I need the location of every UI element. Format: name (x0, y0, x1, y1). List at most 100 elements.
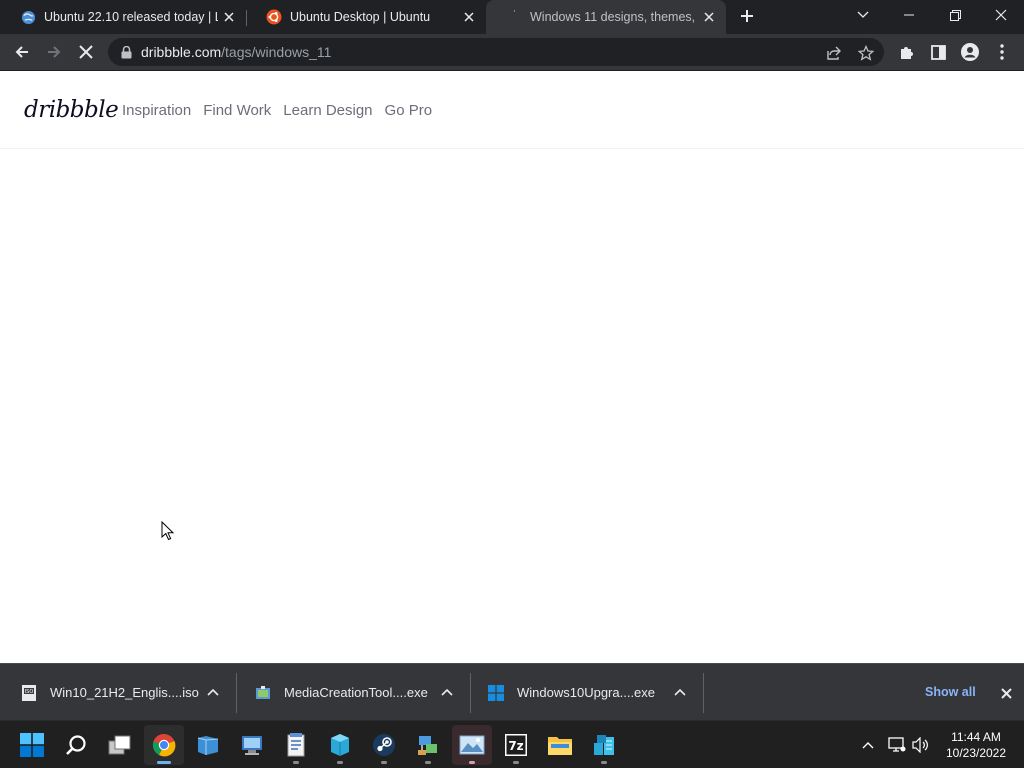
chevron-up-icon[interactable] (440, 685, 454, 699)
minimize-icon (904, 14, 914, 16)
download-item-iso[interactable]: ISO Win10_21H2_Englis....iso (20, 664, 230, 721)
file-explorer-icon (548, 737, 572, 755)
taskbar-app-file[interactable] (188, 725, 228, 765)
address-bar[interactable]: dribbble.com/tags/windows_11 (108, 38, 884, 66)
minimize-button[interactable] (886, 0, 932, 30)
system-clock[interactable]: 11:44 AM 10/23/2022 (936, 729, 1016, 761)
taskbar-notepad[interactable] (276, 725, 316, 765)
back-button[interactable] (8, 38, 36, 66)
taskbar-steam[interactable] (364, 725, 404, 765)
speaker-icon (912, 737, 928, 753)
main-nav: Inspiration Find Work Learn Design Go Pr… (122, 102, 444, 119)
running-indicator (425, 761, 431, 764)
close-tab-icon[interactable] (698, 6, 720, 28)
close-icon (995, 9, 1007, 21)
chevron-up-icon[interactable] (673, 685, 687, 699)
tab-title: Ubuntu Desktop | Ubuntu (290, 10, 431, 24)
stop-icon (79, 45, 93, 59)
forward-button[interactable] (40, 38, 68, 66)
kebab-menu-icon (1000, 44, 1004, 60)
chevron-down-icon (857, 11, 869, 18)
start-icon (20, 733, 44, 757)
search-button[interactable] (56, 725, 96, 765)
tab-title: Windows 11 designs, themes, ter (530, 10, 698, 24)
downloads-bar: ISO Win10_21H2_Englis....iso MediaCreati… (0, 663, 1024, 720)
running-indicator (293, 761, 299, 764)
close-window-button[interactable] (978, 0, 1024, 30)
taskbar-network-app[interactable] (408, 725, 448, 765)
taskbar-file-explorer[interactable] (540, 725, 580, 765)
volume-button[interactable] (910, 721, 932, 768)
restore-icon (949, 9, 961, 21)
extensions-button[interactable] (892, 38, 920, 66)
taskbar-photos[interactable] (452, 725, 492, 765)
download-item-mediacreationtool[interactable]: MediaCreationTool....exe (254, 664, 464, 721)
network-status-button[interactable] (886, 721, 908, 768)
windows-taskbar: 7z 11:44 AM 10/23/2022 (0, 720, 1024, 768)
tab-search-button[interactable] (840, 0, 886, 30)
profile-button[interactable] (956, 38, 984, 66)
task-view-icon (108, 735, 131, 755)
running-indicator (513, 761, 519, 764)
show-all-downloads-link[interactable]: Show all (925, 685, 976, 699)
ubuntu-icon (266, 9, 282, 25)
chevron-up-icon (862, 742, 874, 749)
nav-learn-design[interactable]: Learn Design (283, 102, 372, 119)
taskbar-cube-app[interactable] (320, 725, 360, 765)
close-tab-icon[interactable] (218, 6, 240, 28)
task-view-button[interactable] (100, 725, 140, 765)
notepad-icon (287, 733, 305, 757)
cube-app-icon (331, 734, 349, 756)
url-path: /tags/windows_11 (221, 44, 332, 60)
chevron-up-icon[interactable] (206, 685, 220, 699)
running-indicator (469, 761, 475, 764)
nav-inspiration[interactable]: Inspiration (122, 102, 191, 119)
lock-icon[interactable] (120, 45, 132, 59)
web-page: dribbble Inspiration Find Work Learn Des… (0, 71, 1024, 663)
download-item-windows10upgrade[interactable]: Windows10Upgra....exe (487, 664, 697, 721)
site-header: dribbble Inspiration Find Work Learn Des… (0, 71, 1024, 149)
cubes-app-icon (594, 735, 614, 755)
nav-find-work[interactable]: Find Work (203, 102, 271, 119)
taskbar-7zip[interactable]: 7z (496, 725, 536, 765)
new-tab-button[interactable] (734, 5, 760, 29)
installer-icon (254, 684, 272, 702)
share-icon[interactable] (823, 42, 845, 64)
arrow-left-icon (15, 46, 28, 58)
nav-go-pro[interactable]: Go Pro (385, 102, 433, 119)
download-divider (236, 673, 237, 713)
tab-dribbble-active[interactable]: Windows 11 designs, themes, ter (486, 0, 726, 34)
running-indicator (601, 761, 607, 764)
puzzle-icon (901, 47, 913, 59)
url-text: dribbble.com/tags/windows_11 (141, 44, 331, 60)
stop-loading-button[interactable] (72, 38, 100, 66)
menu-button[interactable] (988, 38, 1016, 66)
tab-ubuntu-desktop[interactable]: Ubuntu Desktop | Ubuntu (246, 0, 486, 34)
url-domain: dribbble.com (141, 44, 222, 60)
start-button[interactable] (12, 725, 52, 765)
side-panel-button[interactable] (924, 38, 952, 66)
tab-ubuntu-news[interactable]: Ubuntu 22.10 released today | Lin (0, 0, 246, 34)
close-downloads-bar-icon[interactable] (997, 684, 1015, 702)
7zip-icon: 7z (505, 734, 527, 756)
dribbble-logo[interactable]: dribbble (24, 97, 119, 123)
profile-icon (961, 43, 979, 61)
loading-icon (506, 9, 522, 25)
restore-button[interactable] (932, 0, 978, 30)
bookmark-star-icon[interactable] (855, 42, 877, 64)
taskbar-cubes-app[interactable] (584, 725, 624, 765)
tab-title: Ubuntu 22.10 released today | Lin (44, 10, 218, 24)
show-hidden-icons-button[interactable] (858, 721, 878, 768)
download-divider (470, 673, 471, 713)
taskbar-remote-desktop[interactable] (232, 725, 272, 765)
plus-icon (741, 10, 753, 22)
browser-toolbar: dribbble.com/tags/windows_11 (0, 34, 1024, 71)
close-tab-icon[interactable] (458, 6, 480, 28)
mouse-cursor-icon (161, 520, 175, 546)
network-icon (888, 737, 906, 752)
clock-time: 11:44 AM (951, 730, 1001, 744)
globe-icon (20, 9, 36, 25)
tab-strip: Ubuntu 22.10 released today | Lin Ubuntu… (0, 0, 1024, 34)
download-filename: Windows10Upgra....exe (517, 685, 656, 700)
taskbar-chrome[interactable] (144, 725, 184, 765)
